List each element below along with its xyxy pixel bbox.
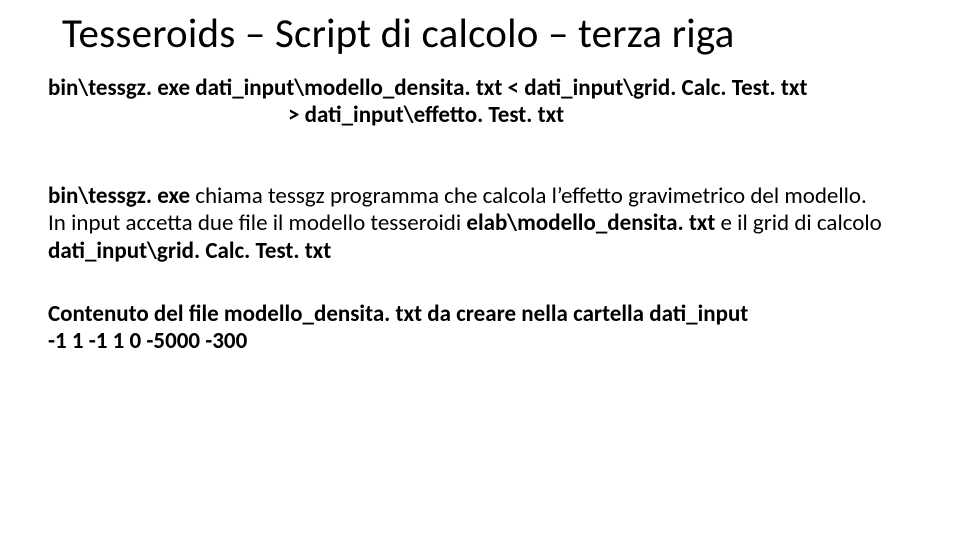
desc-bold-3: dati_input\grid. Calc. Test. txt	[48, 237, 331, 265]
file-content-block: Contenuto del file modello_densita. txt …	[48, 301, 912, 355]
command-line-2: > dati_input\effetto. Test. txt	[48, 102, 912, 129]
command-block: bin\tessgz. exe dati_input\modello_densi…	[48, 75, 912, 129]
desc-bold-2: elab\modello_densita. txt	[466, 209, 715, 237]
desc-text-3: e il grid di calcolo	[715, 209, 881, 237]
description-block: bin\tessgz. exe chiama tessgz programma …	[48, 183, 912, 264]
footer-line-2: -1 1 -1 1 0 -5000 -300	[48, 327, 247, 355]
desc-bold-1: bin\tessgz. exe	[48, 182, 190, 210]
desc-text-2: In input accetta due file il modello tes…	[48, 209, 466, 237]
slide: Tesseroids – Script di calcolo – terza r…	[0, 0, 960, 540]
footer-line-1: Contenuto del file modello_densita. txt …	[48, 300, 748, 328]
desc-text-1: chiama tessgz programma che calcola l’ef…	[190, 182, 867, 210]
page-title: Tesseroids – Script di calcolo – terza r…	[62, 12, 912, 57]
command-line-1: bin\tessgz. exe dati_input\modello_densi…	[48, 74, 807, 102]
